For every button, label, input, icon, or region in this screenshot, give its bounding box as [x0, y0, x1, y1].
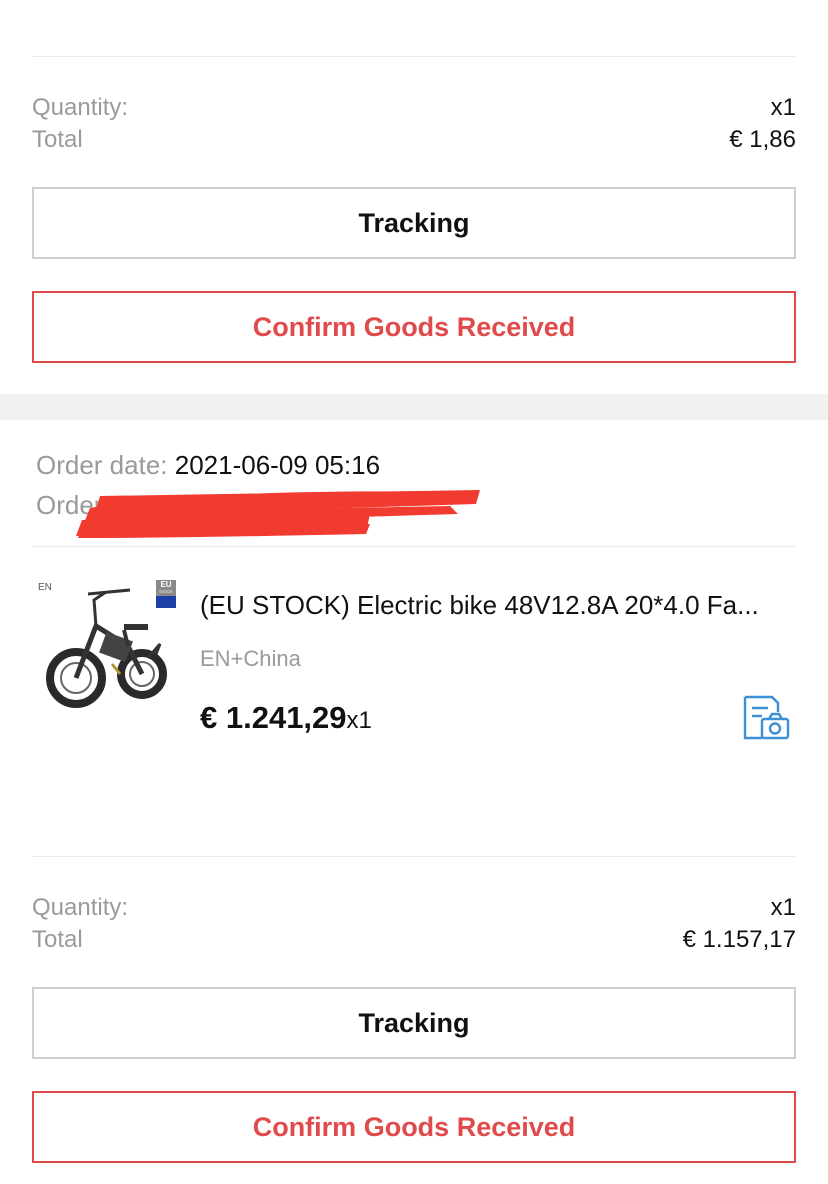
divider-top: [32, 56, 796, 57]
total-label: Total: [32, 926, 83, 953]
snapshot-icon[interactable]: [742, 694, 792, 742]
product-image[interactable]: EN EU STOCK: [36, 578, 182, 724]
total-value: € 1.157,17: [682, 926, 796, 953]
quantity-value: x1: [770, 94, 796, 121]
product-price: € 1.241,29x1: [200, 700, 372, 736]
divider-bottom: [32, 856, 796, 857]
confirm-goods-received-button[interactable]: Confirm Goods Received: [32, 291, 796, 363]
quantity-value: x1: [770, 894, 796, 921]
product-title[interactable]: (EU STOCK) Electric bike 48V12.8A 20*4.0…: [200, 590, 800, 621]
product-variant: EN+China: [200, 646, 301, 671]
tracking-button[interactable]: Tracking: [32, 187, 796, 259]
total-value: € 1,86: [729, 126, 796, 153]
total-label: Total: [32, 126, 83, 153]
order-date-label: Order date:: [36, 450, 168, 480]
bike-illustration: [46, 588, 167, 708]
section-separator: [0, 394, 828, 420]
tracking-button[interactable]: Tracking: [32, 987, 796, 1059]
order-date-value: 2021-06-09 05:16: [174, 450, 381, 480]
product-price-qty: x1: [346, 707, 372, 734]
quantity-label: Quantity:: [32, 94, 129, 121]
redaction-scribble: [76, 490, 480, 538]
quantity-label: Quantity:: [32, 894, 129, 921]
confirm-goods-received-button[interactable]: Confirm Goods Received: [32, 1091, 796, 1163]
order-date: Order date: 2021-06-09 05:16: [36, 450, 380, 481]
divider-mid: [32, 546, 796, 547]
product-price-value: € 1.241,29: [200, 700, 347, 735]
